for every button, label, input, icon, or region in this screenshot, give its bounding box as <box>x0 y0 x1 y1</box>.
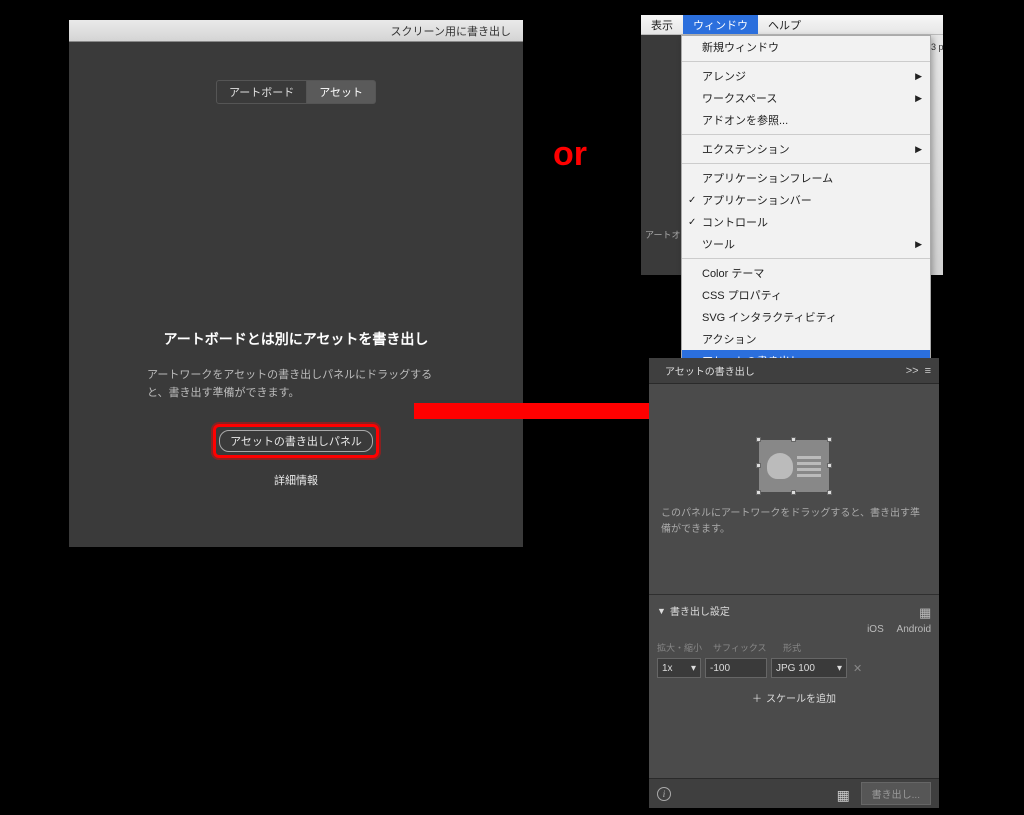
collapse-icon[interactable]: >> <box>906 365 919 377</box>
menu-separator <box>682 258 930 259</box>
menu-item-label: Color テーマ <box>702 265 764 281</box>
empty-heading: アートボードとは別にアセットを書き出し <box>129 329 463 349</box>
menu-item-label: エクステンション <box>702 141 790 157</box>
dialog-titlebar[interactable]: スクリーン用に書き出し <box>69 20 523 42</box>
submenu-arrow-icon: ▶ <box>915 239 922 250</box>
empty-description: アートワークをアセットの書き出しパネルにドラッグすると、書き出す準備ができます。 <box>129 367 463 402</box>
submenu-arrow-icon: ▶ <box>915 71 922 82</box>
menu-item-label: アプリケーションバー <box>702 192 812 208</box>
menubar: 表示 ウィンドウ ヘルプ <box>641 15 943 35</box>
format-select[interactable]: JPG 100 ▾ <box>771 658 847 678</box>
menu-item-label: アクション <box>702 331 756 347</box>
asset-export-panel: アセットの書き出し >> ≡ このパネルにアートワークをドラッグすると、書き出す… <box>649 358 939 808</box>
menu-item-css-properties[interactable]: CSS プロパティ <box>682 284 930 306</box>
format-value: JPG 100 <box>776 663 815 674</box>
chevron-down-icon: ▾ <box>837 663 842 674</box>
menu-item-label: アドオンを参照... <box>702 112 788 128</box>
menu-item-control[interactable]: ✓ コントロール <box>682 211 930 233</box>
detail-info-link[interactable]: 詳細情報 <box>129 472 463 488</box>
add-scale-button[interactable]: ＋ スケールを追加 <box>657 686 931 709</box>
menu-item-label: CSS プロパティ <box>702 287 782 303</box>
panel-tab-row: アセットの書き出し >> ≡ <box>649 358 939 384</box>
menu-item-label: ツール <box>702 236 735 252</box>
panel-menu-icon[interactable]: ≡ <box>925 365 931 377</box>
chevron-down-icon: ▾ <box>691 663 696 674</box>
menu-item-addons[interactable]: アドオンを参照... <box>682 109 930 131</box>
suffix-value: -100 <box>710 663 730 674</box>
menu-item-label: SVG インタラクティビティ <box>702 309 837 325</box>
plus-icon: ＋ <box>752 690 762 705</box>
col-suffix-header: サフィックス <box>713 641 783 654</box>
menu-item-label: ワークスペース <box>702 90 777 106</box>
panel-tab-asset-export[interactable]: アセットの書き出し <box>657 359 763 382</box>
menu-item-label: アプリケーションフレーム <box>702 170 833 186</box>
disclosure-triangle-icon[interactable]: ▼ <box>657 606 666 616</box>
col-format-header: 形式 <box>783 641 801 654</box>
menu-item-new-window[interactable]: 新規ウィンドウ <box>682 36 930 58</box>
menu-window[interactable]: ウィンドウ <box>683 15 758 34</box>
menu-separator <box>682 61 930 62</box>
col-scale-header: 拡大・縮小 <box>657 641 713 654</box>
settings-title: 書き出し設定 <box>670 603 730 618</box>
column-headers: 拡大・縮小 サフィックス 形式 <box>657 641 931 654</box>
or-annotation: or <box>553 135 587 174</box>
arrow-right-annotation <box>414 395 679 427</box>
menu-item-app-bar[interactable]: ✓ アプリケーションバー <box>682 189 930 211</box>
window-dropdown: 新規ウィンドウ アレンジ ▶ ワークスペース ▶ アドオンを参照... エクステンシ… <box>681 35 931 395</box>
menu-item-app-frame[interactable]: アプリケーションフレーム <box>682 167 930 189</box>
suffix-input[interactable]: -100 <box>705 658 767 678</box>
highlight-annotation: アセットの書き出しパネル <box>213 424 379 458</box>
menu-help[interactable]: ヘルプ <box>758 15 811 34</box>
scale-presets-icon[interactable]: ▦ <box>919 605 931 617</box>
export-settings-section: ▼ 書き出し設定 ▦ iOS Android 拡大・縮小 サフィックス 形式 1… <box>649 594 939 717</box>
export-for-screens-dialog: スクリーン用に書き出し アートボード アセット アートボードとは別にアセットを書… <box>69 20 523 547</box>
platform-ios[interactable]: iOS <box>867 624 884 635</box>
dialog-title: スクリーン用に書き出し <box>391 23 511 39</box>
menu-item-action[interactable]: アクション <box>682 328 930 350</box>
platform-row: iOS Android <box>657 624 931 635</box>
menu-view[interactable]: 表示 <box>641 15 683 34</box>
settings-header[interactable]: ▼ 書き出し設定 ▦ <box>657 603 931 618</box>
platform-android[interactable]: Android <box>897 624 931 635</box>
tab-row: アートボード アセット <box>69 80 523 104</box>
remove-scale-icon[interactable]: ✕ <box>853 662 862 675</box>
check-icon: ✓ <box>688 195 696 206</box>
menu-item-svg-interactivity[interactable]: SVG インタラクティビティ <box>682 306 930 328</box>
menu-item-extension[interactable]: エクステンション ▶ <box>682 138 930 160</box>
tab-asset[interactable]: アセット <box>307 80 376 104</box>
scale-row: 1x ▾ -100 JPG 100 ▾ ✕ <box>657 658 931 678</box>
submenu-arrow-icon: ▶ <box>915 93 922 104</box>
menu-item-tool[interactable]: ツール ▶ <box>682 233 930 255</box>
menu-separator <box>682 134 930 135</box>
menu-item-color-theme[interactable]: Color テーマ <box>682 262 930 284</box>
panel-footer: i ▦ 書き出し... <box>649 778 939 808</box>
add-scale-label: スケールを追加 <box>766 690 836 705</box>
scale-value: 1x <box>662 663 673 674</box>
output-folder-icon[interactable]: ▦ <box>837 787 853 801</box>
menu-item-label: 新規ウィンドウ <box>702 39 779 55</box>
panel-preview-area[interactable]: このパネルにアートワークをドラッグすると、書き出す準備ができます。 <box>649 384 939 594</box>
menu-item-label: アレンジ <box>702 68 746 84</box>
check-icon: ✓ <box>688 217 696 228</box>
export-button[interactable]: 書き出し... <box>861 782 931 805</box>
menu-item-workspace[interactable]: ワークスペース ▶ <box>682 87 930 109</box>
scale-select[interactable]: 1x ▾ <box>657 658 701 678</box>
menu-separator <box>682 163 930 164</box>
menubar-area: 表示 ウィンドウ ヘルプ 新規ウィンドウ アレンジ ▶ ワークスペース ▶ アドオン… <box>641 15 943 395</box>
panel-hint-text: このパネルにアートワークをドラッグすると、書き出す準備ができます。 <box>661 506 927 538</box>
submenu-arrow-icon: ▶ <box>915 144 922 155</box>
asset-placeholder-icon <box>759 440 829 492</box>
menu-item-arrange[interactable]: アレンジ ▶ <box>682 65 930 87</box>
avatar-icon <box>767 453 793 479</box>
info-icon[interactable]: i <box>657 787 671 801</box>
menu-item-label: コントロール <box>702 214 768 230</box>
tab-artboard[interactable]: アートボード <box>216 80 307 104</box>
asset-export-panel-button[interactable]: アセットの書き出しパネル <box>219 430 373 452</box>
